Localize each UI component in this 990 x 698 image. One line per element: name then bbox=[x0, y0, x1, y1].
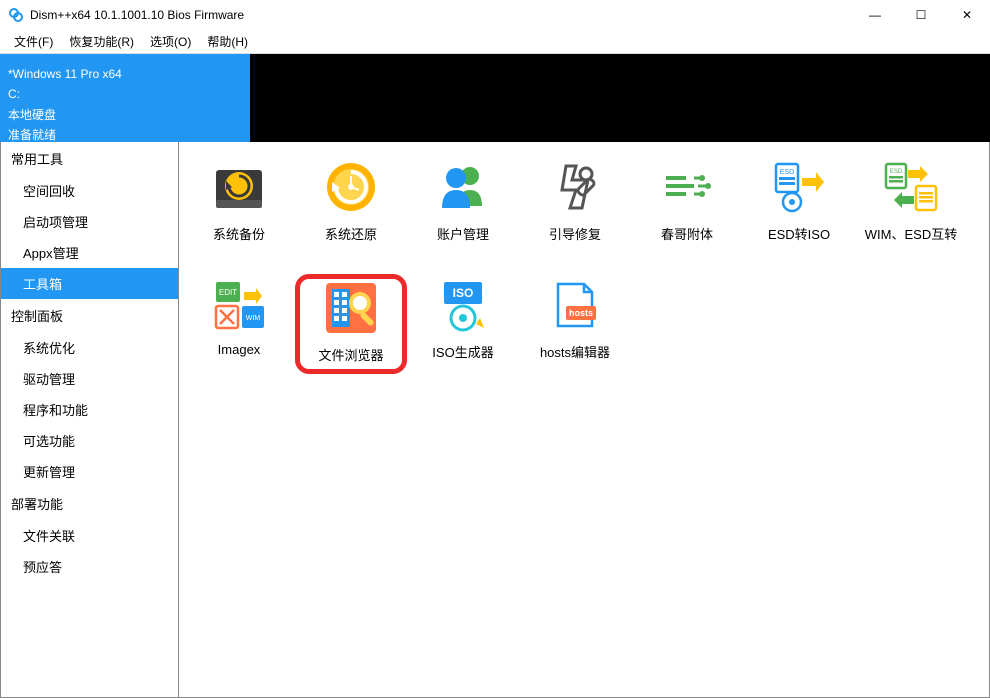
tool-backup[interactable]: 系统备份 bbox=[183, 156, 295, 256]
sidebar-item[interactable]: 文件关联 bbox=[1, 520, 178, 551]
svg-text:WIM: WIM bbox=[246, 315, 261, 322]
minimize-button[interactable]: — bbox=[852, 0, 898, 30]
tool-label: 文件浏览器 bbox=[318, 345, 383, 364]
window-title: Dism++x64 10.1.1001.10 Bios Firmware bbox=[30, 8, 852, 22]
sidebar-item[interactable]: 驱动管理 bbox=[1, 363, 178, 394]
tool-label: hosts编辑器 bbox=[540, 342, 610, 361]
sidebar-section-header: 控制面板 bbox=[1, 299, 178, 332]
sidebar-item[interactable]: 空间回收 bbox=[1, 175, 178, 206]
tool-imagex[interactable]: EDIT WIM Imagex bbox=[183, 274, 295, 374]
sidebar-item[interactable]: 更新管理 bbox=[1, 456, 178, 487]
tool-label: Imagex bbox=[218, 342, 261, 357]
sidebar: 常用工具空间回收启动项管理Appx管理工具箱控制面板系统优化驱动管理程序和功能可… bbox=[1, 142, 179, 697]
menu-file[interactable]: 文件(F) bbox=[6, 30, 61, 53]
hosts-icon: hosts bbox=[548, 278, 602, 332]
close-button[interactable]: ✕ bbox=[944, 0, 990, 30]
filebrowser-icon bbox=[324, 281, 378, 335]
sidebar-section-header: 常用工具 bbox=[1, 142, 178, 175]
imagex-icon: EDIT WIM bbox=[212, 278, 266, 332]
tool-label: ESD转ISO bbox=[768, 224, 830, 243]
tool-isogen[interactable]: ISO ISO生成器 bbox=[407, 274, 519, 374]
tool-label: 系统还原 bbox=[325, 224, 377, 243]
sidebar-item[interactable]: 预应答 bbox=[1, 551, 178, 582]
main-area: 常用工具空间回收启动项管理Appx管理工具箱控制面板系统优化驱动管理程序和功能可… bbox=[0, 142, 990, 698]
tool-label: 账户管理 bbox=[437, 224, 489, 243]
svg-text:ISO: ISO bbox=[453, 286, 474, 300]
tool-label: 春哥附体 bbox=[661, 224, 713, 243]
menu-help[interactable]: 帮助(H) bbox=[199, 30, 256, 53]
tool-esd2iso[interactable]: ESD ESD转ISO bbox=[743, 156, 855, 256]
esd2iso-icon: ESD bbox=[772, 160, 826, 214]
menu-recovery[interactable]: 恢复功能(R) bbox=[61, 30, 142, 53]
sidebar-section-header: 部署功能 bbox=[1, 487, 178, 520]
svg-text:ESD: ESD bbox=[780, 169, 794, 176]
info-panel: *Windows 11 Pro x64 C: 本地硬盘 准备就绪 bbox=[0, 54, 250, 142]
tool-label: 系统备份 bbox=[213, 224, 265, 243]
tool-god[interactable]: 春哥附体 bbox=[631, 156, 743, 256]
tool-hosts[interactable]: hosts hosts编辑器 bbox=[519, 274, 631, 374]
tool-accounts[interactable]: 账户管理 bbox=[407, 156, 519, 256]
isogen-icon: ISO bbox=[436, 278, 490, 332]
svg-text:hosts: hosts bbox=[569, 308, 593, 318]
info-banner: *Windows 11 Pro x64 C: 本地硬盘 准备就绪 bbox=[0, 54, 990, 142]
bootfix-icon bbox=[548, 160, 602, 214]
sidebar-item[interactable]: 启动项管理 bbox=[1, 206, 178, 237]
tool-restore[interactable]: 系统还原 bbox=[295, 156, 407, 256]
tool-label: ISO生成器 bbox=[432, 342, 493, 361]
restore-icon bbox=[324, 160, 378, 214]
backup-icon bbox=[212, 160, 266, 214]
titlebar: Dism++x64 10.1.1001.10 Bios Firmware — ☐… bbox=[0, 0, 990, 30]
maximize-button[interactable]: ☐ bbox=[898, 0, 944, 30]
svg-text:EDIT: EDIT bbox=[219, 288, 237, 297]
tool-label: 引导修复 bbox=[549, 224, 601, 243]
content-area: 系统备份 系统还原 账户管理 引导修复 春哥附体 ESD ESD转ISO ESD WIM、ESD… bbox=[179, 142, 989, 697]
sidebar-item[interactable]: Appx管理 bbox=[1, 237, 178, 268]
tool-label: WIM、ESD互转 bbox=[865, 224, 957, 243]
god-icon bbox=[660, 160, 714, 214]
disk-label: 本地硬盘 bbox=[8, 105, 242, 125]
tool-bootfix[interactable]: 引导修复 bbox=[519, 156, 631, 256]
info-dark-area bbox=[250, 54, 990, 142]
wimesd-icon: ESD bbox=[884, 160, 938, 214]
sidebar-item[interactable]: 程序和功能 bbox=[1, 394, 178, 425]
app-icon bbox=[8, 7, 24, 23]
svg-text:ESD: ESD bbox=[890, 169, 903, 175]
accounts-icon bbox=[436, 160, 490, 214]
tool-grid: 系统备份 系统还原 账户管理 引导修复 春哥附体 ESD ESD转ISO ESD WIM、ESD… bbox=[183, 156, 985, 392]
os-label: *Windows 11 Pro x64 bbox=[8, 64, 242, 84]
menu-options[interactable]: 选项(O) bbox=[142, 30, 199, 53]
menubar: 文件(F) 恢复功能(R) 选项(O) 帮助(H) bbox=[0, 30, 990, 54]
sidebar-item[interactable]: 工具箱 bbox=[1, 268, 178, 299]
window-controls: — ☐ ✕ bbox=[852, 0, 990, 30]
sidebar-item[interactable]: 系统优化 bbox=[1, 332, 178, 363]
sidebar-item[interactable]: 可选功能 bbox=[1, 425, 178, 456]
tool-wimesd[interactable]: ESD WIM、ESD互转 bbox=[855, 156, 967, 256]
drive-label: C: bbox=[8, 84, 242, 104]
tool-filebrowser[interactable]: 文件浏览器 bbox=[295, 274, 407, 374]
